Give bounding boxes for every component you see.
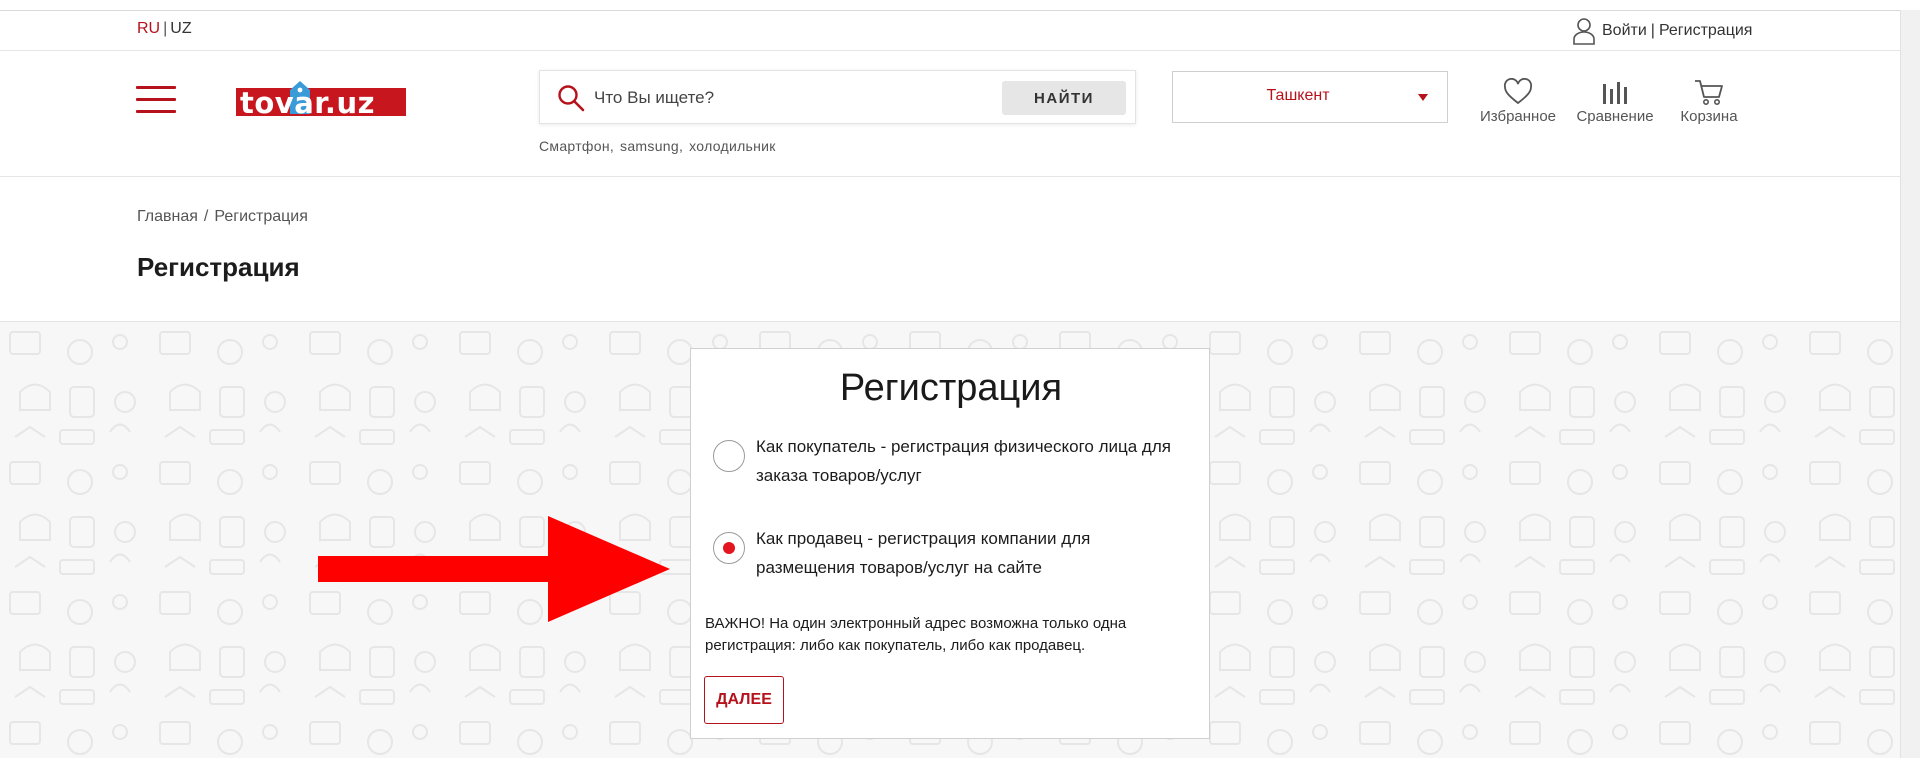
hamburger-menu-button[interactable] <box>136 86 176 114</box>
site-header: tovar.uz НАЙТИ Смартфон, samsung, холодиль… <box>0 52 1900 177</box>
search-input[interactable] <box>594 83 1034 113</box>
next-button[interactable]: ДАЛЕЕ <box>704 676 784 724</box>
favorites-link[interactable]: Избранное <box>1476 78 1560 125</box>
login-link[interactable]: Войти <box>1602 22 1647 40</box>
seller-option[interactable]: Как продавец - регистрация компании для … <box>713 524 1193 584</box>
favorites-label: Избранное <box>1479 108 1557 125</box>
lang-uz-link[interactable]: UZ <box>170 20 191 37</box>
account-links: Войти | Регистрация <box>1572 17 1752 45</box>
city-value: Ташкент <box>1266 87 1330 104</box>
search-button[interactable]: НАЙТИ <box>1002 81 1126 115</box>
register-link[interactable]: Регистрация <box>1659 22 1753 40</box>
card-title: Регистрация <box>839 367 1063 409</box>
breadcrumb: Главная / Регистрация <box>137 208 308 226</box>
breadcrumb-home-link[interactable]: Главная <box>137 208 198 225</box>
important-note: ВАЖНО! На один электронный адрес возможн… <box>705 615 1127 654</box>
cart-link[interactable]: Корзина <box>1674 78 1744 125</box>
caret-down-icon <box>1418 94 1428 101</box>
top-bar: RU | UZ Войти | Регистрация <box>0 11 1900 51</box>
heart-icon <box>1503 78 1533 105</box>
seller-radio[interactable] <box>713 532 745 564</box>
lang-separator: | <box>163 20 168 37</box>
search-hints: Смартфон, samsung, холодильник <box>539 138 782 154</box>
search-hint[interactable]: Смартфон, <box>539 138 614 154</box>
registration-card: Регистрация Как покупатель - регистрация… <box>690 348 1210 739</box>
arrow-pointer <box>318 516 670 622</box>
page-title: Регистрация <box>137 252 300 282</box>
hamburger-icon <box>136 86 176 89</box>
cart-icon <box>1695 80 1723 105</box>
breadcrumb-separator: / <box>203 208 209 225</box>
account-separator: | <box>1650 22 1655 39</box>
search-hint[interactable]: холодильник <box>689 138 776 154</box>
city-select[interactable]: Ташкент <box>1172 71 1448 123</box>
compare-link[interactable]: Сравнение <box>1570 78 1660 125</box>
language-switcher: RU | UZ <box>137 20 192 38</box>
hamburger-line <box>136 110 176 113</box>
search-icon <box>558 85 585 112</box>
hamburger-line <box>136 98 176 101</box>
compare-icon <box>1603 82 1627 104</box>
compare-label: Сравнение <box>1576 108 1654 125</box>
search-hint[interactable]: samsung, <box>620 138 683 154</box>
buyer-radio[interactable] <box>713 440 745 472</box>
breadcrumb-current: Регистрация <box>214 208 308 225</box>
lang-ru-link[interactable]: RU <box>137 20 160 37</box>
scrollbar[interactable] <box>1900 10 1920 758</box>
seller-option-label: Как продавец - регистрация компании для … <box>756 529 1091 577</box>
logo-text: tovar.uz <box>240 86 375 120</box>
buyer-option-label: Как покупатель - регистрация физического… <box>756 437 1171 485</box>
site-logo[interactable]: tovar.uz <box>236 80 406 124</box>
cart-label: Корзина <box>1680 108 1738 125</box>
buyer-option[interactable]: Как покупатель - регистрация физического… <box>713 432 1193 492</box>
search-box: НАЙТИ <box>539 70 1136 124</box>
user-icon <box>1573 18 1595 45</box>
